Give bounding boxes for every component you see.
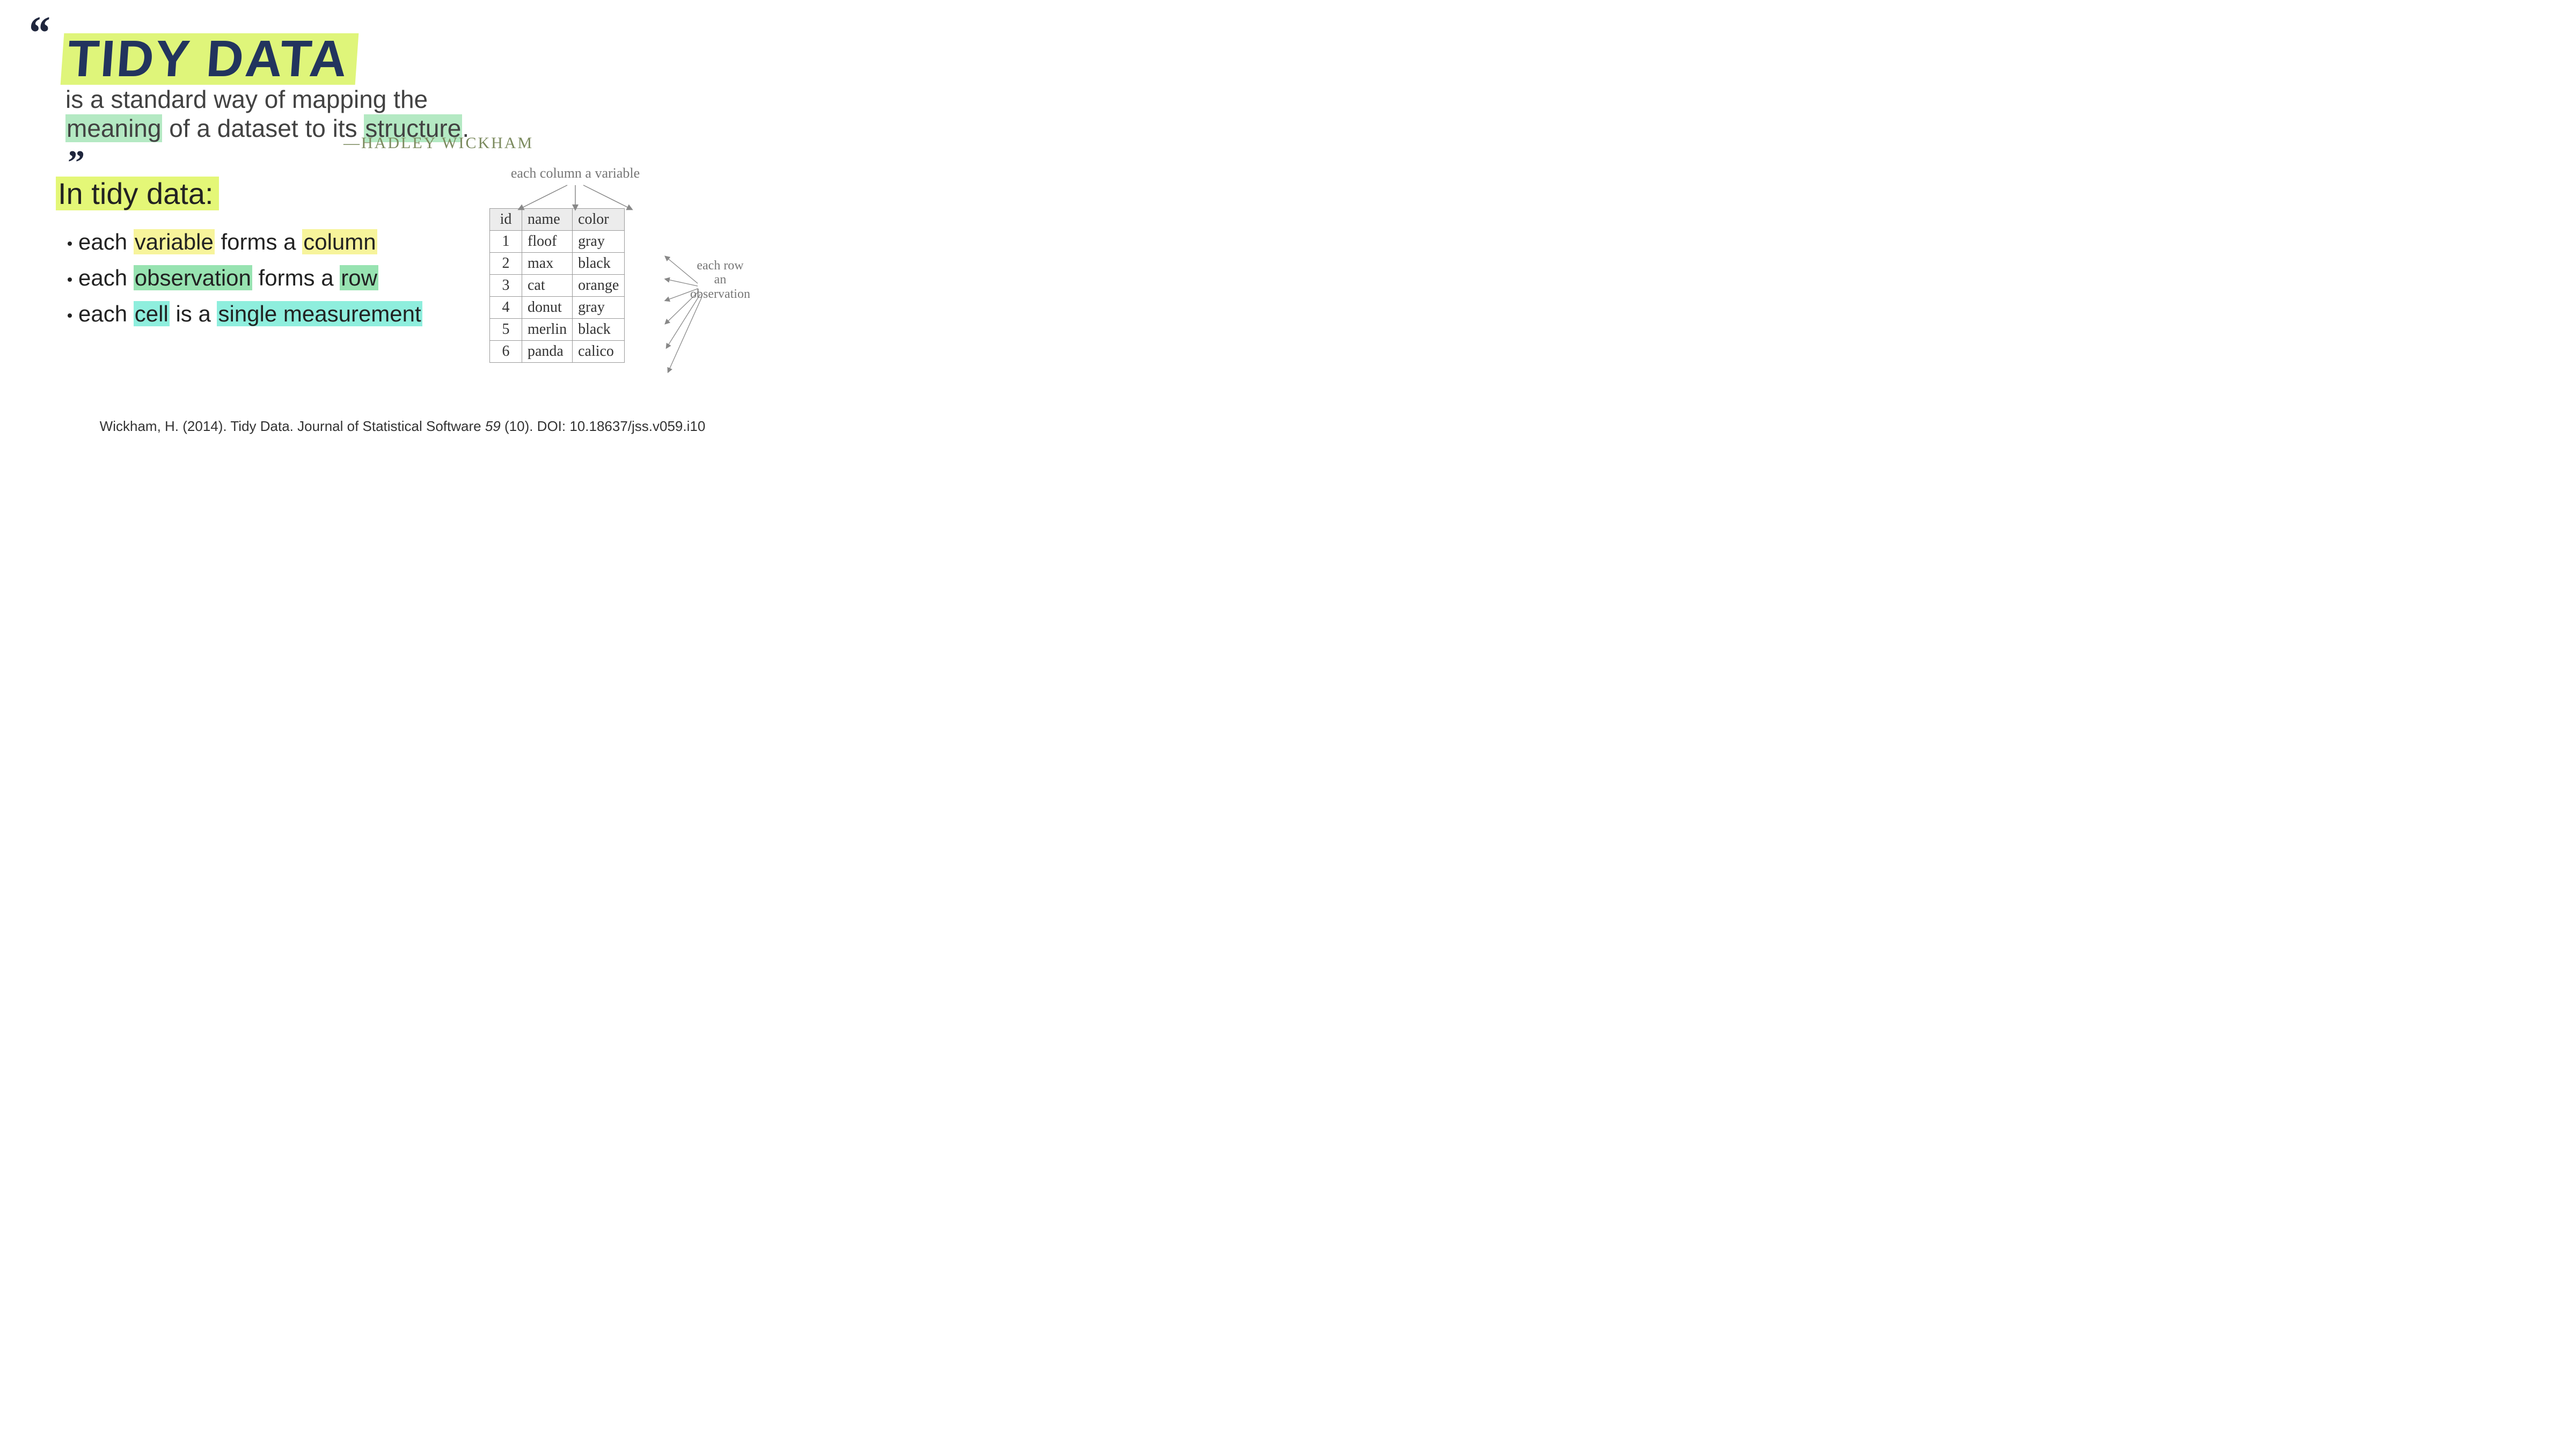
table-cell: 3 (490, 275, 522, 297)
table-row: 5merlinblack (490, 319, 625, 341)
table-cell: black (573, 319, 625, 341)
bullet-dot-icon (68, 277, 72, 282)
title-tidy-data: TIDY DATA (61, 33, 359, 85)
table-cell: black (573, 253, 625, 275)
citation-pre: Wickham, H. (2014). Tidy Data. Journal o… (100, 418, 485, 434)
headline-text: is a standard way of mapping the meaning… (65, 85, 484, 172)
table-row: 6pandacalico (490, 341, 625, 363)
bullet-dot-icon (68, 241, 72, 246)
table-cell: 5 (490, 319, 522, 341)
example-table: idnamecolor 1floofgray2maxblack3catorang… (489, 208, 625, 363)
bullet-item: each cell is a single measurement (68, 296, 422, 331)
subhead-text: In tidy data: (56, 177, 219, 210)
table-cell: 6 (490, 341, 522, 363)
subhead: In tidy data: (56, 176, 219, 211)
bullet-highlight: column (302, 229, 377, 254)
citation: Wickham, H. (2014). Tidy Data. Journal o… (0, 418, 805, 435)
table-cell: max (522, 253, 573, 275)
anno-right-l1: each row (697, 259, 743, 273)
bullet-item: each observation forms a row (68, 260, 422, 295)
table-cell: donut (522, 297, 573, 319)
table-area: each column a variable idnamecolor 1floo… (489, 208, 625, 363)
anno-right-l2: an (714, 273, 727, 287)
arrows-columns-icon (489, 182, 667, 214)
bullet-dot-icon (68, 313, 72, 318)
table-cell: merlin (522, 319, 573, 341)
table-cell: orange (573, 275, 625, 297)
quote-hl-meaning: meaning (65, 114, 162, 142)
table-row: 4donutgray (490, 297, 625, 319)
table-cell: 4 (490, 297, 522, 319)
table-cell: 2 (490, 253, 522, 275)
quote-attribution: —HADLEY WICKHAM (343, 134, 533, 152)
table-cell: floof (522, 231, 573, 253)
annotation-rows: each row an observation (677, 259, 763, 301)
bullet-item: each variable forms a column (68, 224, 422, 259)
table-cell: cat (522, 275, 573, 297)
bullet-highlight: cell (134, 301, 170, 326)
bullet-highlight: single measurement (217, 301, 422, 326)
table-row: 2maxblack (490, 253, 625, 275)
table-row: 1floofgray (490, 231, 625, 253)
bullet-highlight: row (340, 265, 378, 290)
table-cell: panda (522, 341, 573, 363)
citation-vol: 59 (485, 418, 501, 434)
table-cell: gray (573, 231, 625, 253)
bullet-highlight: variable (134, 229, 215, 254)
table-row: 3catorange (490, 275, 625, 297)
table-cell: calico (573, 341, 625, 363)
citation-post: (10). DOI: 10.18637/jss.v059.i10 (501, 418, 706, 434)
anno-right-l3: observation (690, 287, 750, 301)
open-quote-icon: “ (29, 21, 50, 45)
annotation-columns: each column a variable (489, 165, 661, 181)
bullet-highlight: observation (134, 265, 252, 290)
bullet-list: each variable forms a columneach observa… (68, 224, 422, 332)
table-cell: 1 (490, 231, 522, 253)
table-cell: gray (573, 297, 625, 319)
